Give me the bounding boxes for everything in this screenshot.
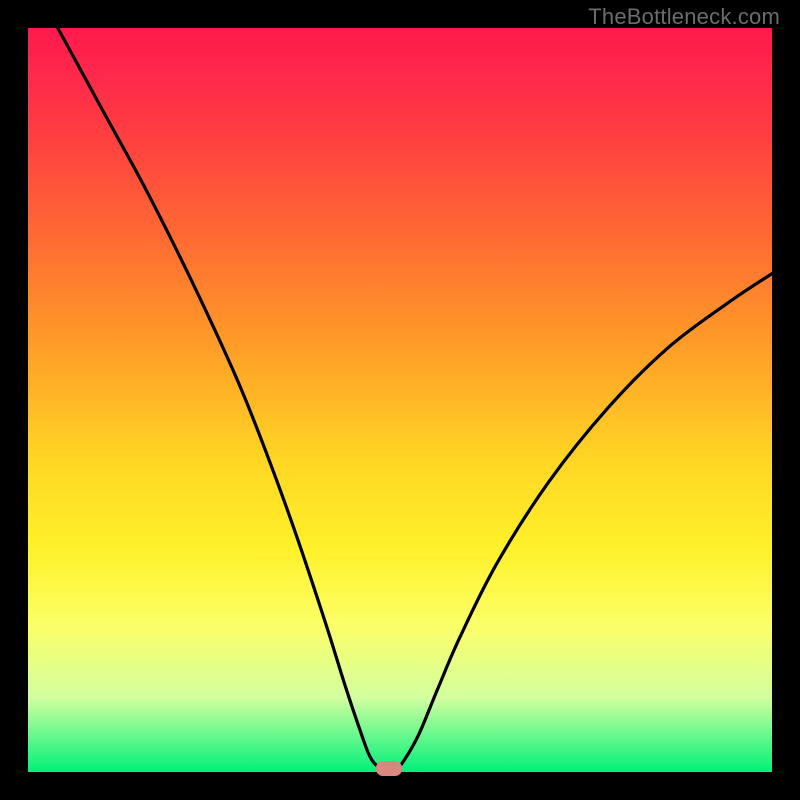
bottleneck-marker: [376, 761, 402, 776]
chart-frame: TheBottleneck.com: [0, 0, 800, 800]
watermark-text: TheBottleneck.com: [588, 4, 780, 30]
curve-svg: [28, 28, 772, 772]
plot-area: [28, 28, 772, 772]
bottleneck-curve: [58, 28, 772, 769]
